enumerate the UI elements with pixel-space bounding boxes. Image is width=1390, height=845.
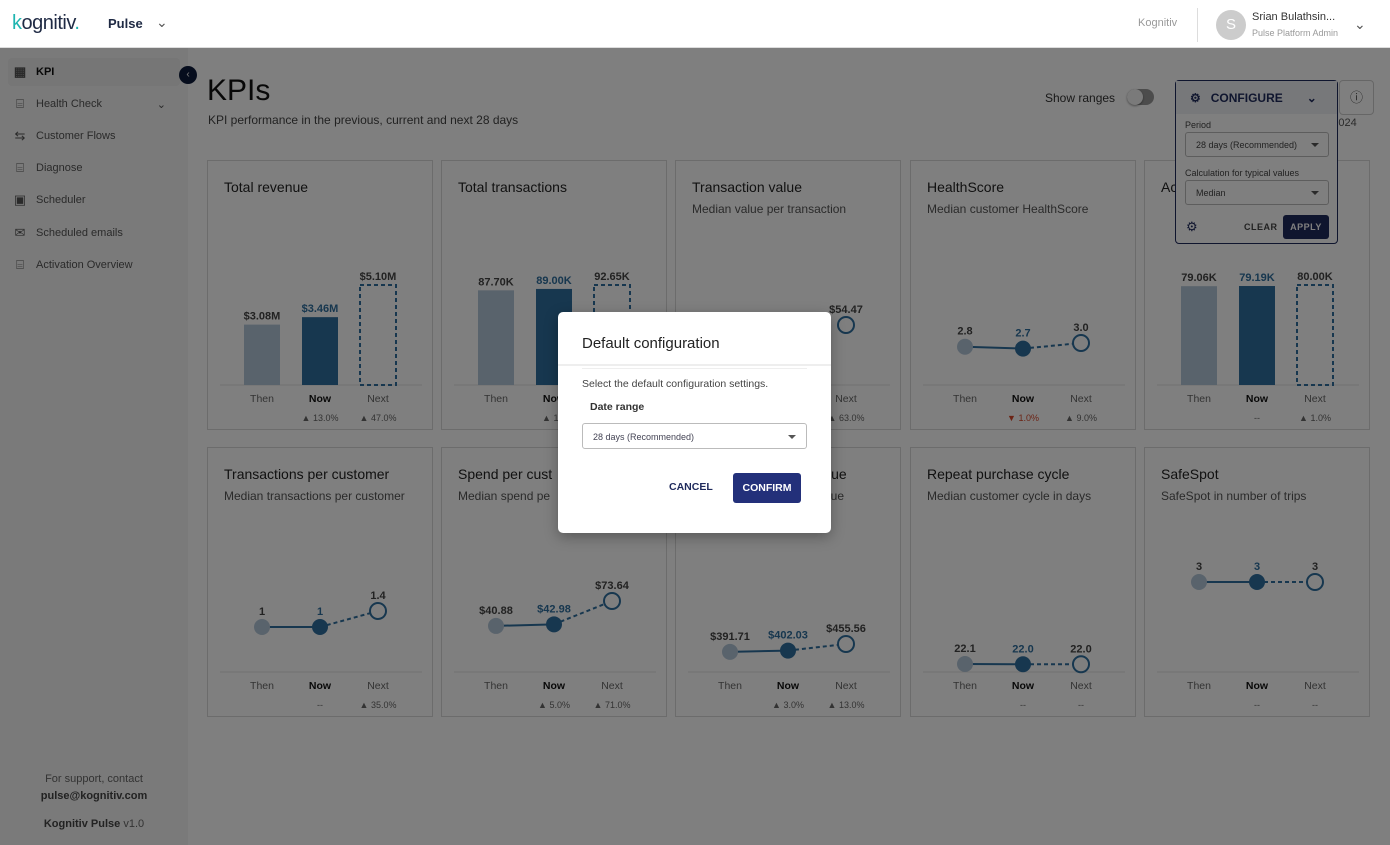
date-range-label: Date range (590, 401, 645, 413)
cancel-button[interactable]: CANCEL (669, 481, 713, 493)
divider (582, 368, 807, 369)
kognitiv-logo[interactable]: kognitiv. (12, 12, 80, 35)
divider (1197, 8, 1198, 42)
dialog-description: Select the default configuration setting… (582, 378, 769, 390)
org-name: Kognitiv (1138, 17, 1178, 29)
date-range-select[interactable]: 28 days (Recommended) (582, 423, 807, 449)
default-configuration-dialog: Default configuration Select the default… (558, 312, 831, 533)
confirm-button[interactable]: CONFIRM (733, 473, 801, 503)
dialog-title: Default configuration (582, 335, 720, 352)
chevron-down-icon[interactable]: ⌄ (156, 14, 168, 31)
divider (558, 364, 831, 366)
user-menu-chevron-icon[interactable]: ⌄ (1354, 16, 1366, 33)
avatar[interactable]: S (1216, 10, 1246, 40)
user-name[interactable]: Srian Bulathsin... (1252, 11, 1335, 23)
top-bar: kognitiv. Pulse ⌄ Kognitiv S Srian Bulat… (0, 0, 1390, 48)
user-role: Pulse Platform Admin (1252, 28, 1339, 38)
app-switcher[interactable]: Pulse (108, 16, 143, 31)
